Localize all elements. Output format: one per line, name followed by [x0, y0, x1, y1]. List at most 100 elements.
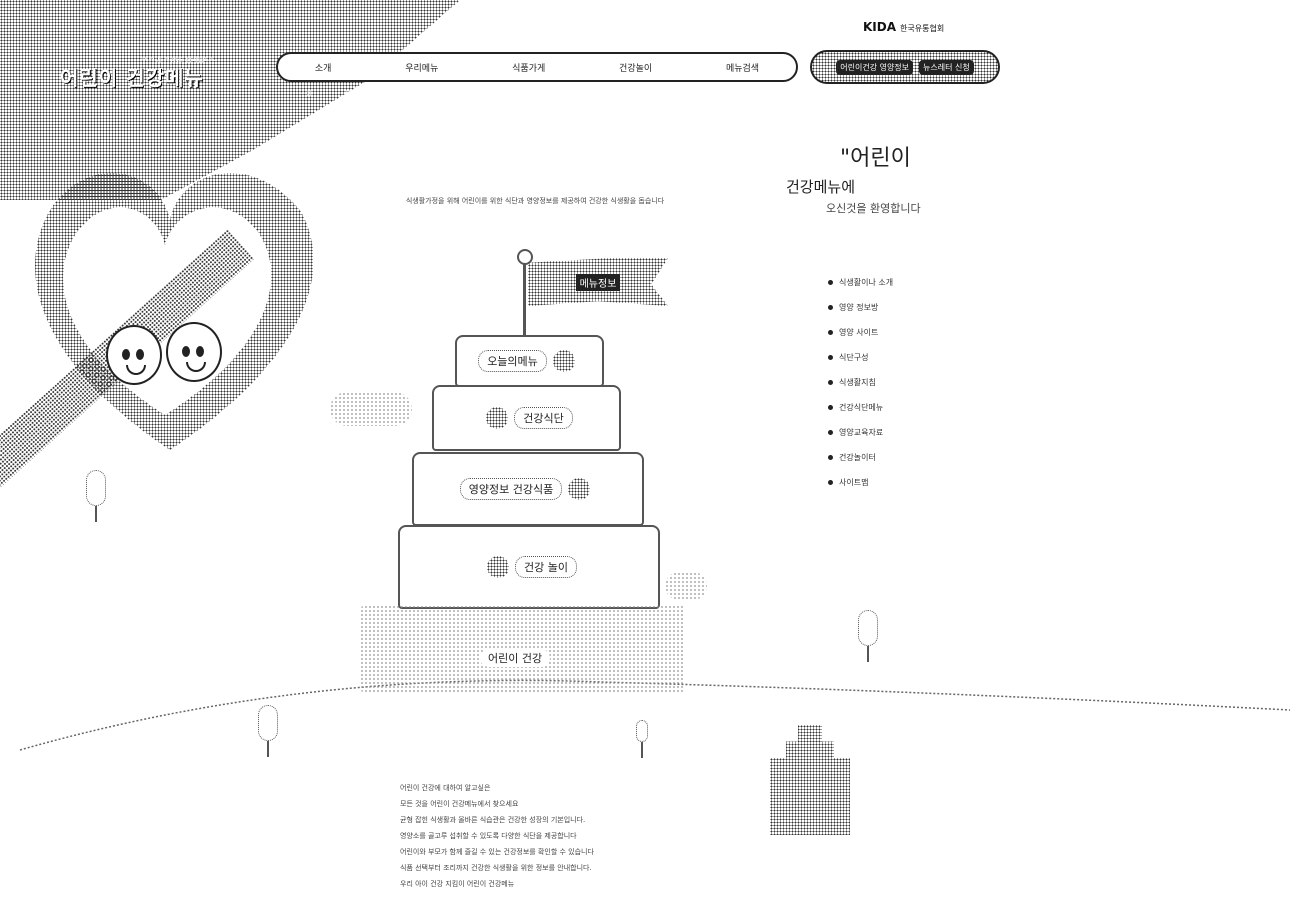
bullet-icon — [828, 380, 833, 385]
tree-crown — [258, 705, 278, 741]
welcome-caption: 오신것을 환영합니다 — [826, 202, 921, 215]
side-menu-label: 영양 사이트 — [839, 328, 879, 337]
mascot-mouth — [126, 365, 146, 375]
bottom-description: 어린이 건강에 대하여 알고싶은 모든 것을 어린이 건강메뉴에서 찾으세요 균… — [400, 780, 780, 892]
sub-nav-item[interactable]: 식생활지도 — [522, 89, 554, 99]
nav-item-health-play[interactable]: 건강놀이 — [619, 61, 652, 74]
description-line: 어린이 건강에 대하여 알고싶은 — [400, 784, 491, 792]
mascot-eye — [122, 349, 130, 360]
description-line: 모든 것을 어린이 건강메뉴에서 찾으세요 — [400, 800, 519, 808]
tree-decoration — [86, 470, 106, 522]
side-menu-label: 건강식단메뉴 — [839, 403, 884, 412]
cake-tier-healthy-diet[interactable]: 건강식단 — [432, 385, 621, 451]
sub-nav-item[interactable]: 식품구입 — [465, 89, 491, 99]
cake-tier-todays-menu[interactable]: 오늘의메뉴 — [455, 335, 604, 387]
flag-pole — [523, 255, 526, 340]
sub-nav-item[interactable]: 건강지도 — [643, 89, 669, 99]
sub-nav-item[interactable]: 영양상담 — [586, 89, 612, 99]
sub-nav: 소개 식단짜기 영양사이트 식품구입 식생활지도 영양상담 건강지도 영양조사 … — [300, 86, 790, 102]
bullet-icon — [828, 305, 833, 310]
cake-tier-nutrition-info[interactable]: 영양정보 건강식품 — [412, 452, 644, 526]
side-menu-item[interactable]: 건강놀이터 — [828, 445, 893, 470]
site-title-logo[interactable]: 어린이 건강메뉴 — [60, 62, 204, 91]
badge-icon — [552, 350, 575, 372]
badge-icon — [486, 407, 509, 429]
intro-text: 식생활가정을 위해 어린이를 위한 식단과 영양정보를 제공하여 건강한 식생활… — [405, 197, 665, 205]
nav-item-menu-search[interactable]: 메뉴검색 — [726, 61, 759, 74]
tier-label: 건강 놀이 — [515, 556, 577, 578]
mascot-character-right — [166, 322, 222, 382]
nav-item-our-menu[interactable]: 우리메뉴 — [405, 61, 438, 74]
side-menu-item[interactable]: 식생활지침 — [828, 370, 893, 395]
tree-decoration — [636, 720, 648, 758]
description-line: 영양소를 골고루 섭취할 수 있도록 다양한 식단을 제공합니다 — [400, 832, 577, 840]
side-menu-item[interactable]: 영양 정보방 — [828, 295, 893, 320]
cake-base[interactable]: 어린이 건강 — [360, 605, 685, 693]
bullet-icon — [828, 330, 833, 335]
side-menu-item[interactable]: 식단구성 — [828, 345, 893, 370]
tree-trunk — [641, 742, 643, 758]
newsletter-left-label: 어린이건강 영양정보 — [836, 59, 914, 75]
bullet-icon — [828, 430, 833, 435]
tree-trunk — [267, 741, 269, 757]
tree-crown — [858, 610, 878, 646]
side-menu-label: 영양교육자료 — [839, 428, 884, 437]
mascot-eye — [182, 346, 190, 357]
badge-icon — [487, 556, 509, 578]
cake-base-label: 어린이 건강 — [480, 649, 551, 667]
side-menu-item[interactable]: 영양교육자료 — [828, 420, 893, 445]
sub-nav-item[interactable]: 건강놀이터 — [758, 89, 790, 99]
side-menu-label: 식단구성 — [839, 353, 869, 362]
tier-label: 오늘의메뉴 — [478, 350, 547, 372]
kida-org-name: 한국유통협회 — [900, 24, 945, 33]
sub-nav-item[interactable]: 소개 — [300, 89, 313, 99]
side-menu-item[interactable]: 식생활이나 소개 — [828, 270, 893, 295]
side-menu-label: 영양 정보방 — [839, 303, 879, 312]
description-line: 어린이와 부모가 함께 즐길 수 있는 건강정보를 확인할 수 있습니다 — [400, 848, 594, 856]
cake-flag[interactable]: 메뉴정보 — [528, 258, 668, 306]
mascot-eye — [136, 349, 144, 360]
cake-tier-health-play[interactable]: 건강 놀이 — [398, 525, 660, 609]
kida-logo[interactable]: KIDA 한국유통협회 — [863, 20, 944, 34]
tree-trunk — [867, 646, 869, 662]
description-line: 균형 잡힌 식생활과 올바른 식습관은 건강한 성장의 기본입니다. — [400, 816, 586, 824]
flag-label: 메뉴정보 — [575, 273, 621, 291]
bullet-icon — [828, 280, 833, 285]
description-line: 우리 아이 건강 지킴이 어린이 건강메뉴 — [400, 880, 515, 888]
tree-crown — [86, 470, 106, 506]
sub-nav-item[interactable]: 식단짜기 — [344, 89, 370, 99]
side-menu-label: 건강놀이터 — [839, 453, 876, 462]
welcome-heading: "어린이 — [840, 146, 911, 171]
main-nav: 소개 우리메뉴 식품가게 건강놀이 메뉴검색 — [276, 52, 798, 82]
mascot-character-left — [106, 325, 162, 385]
nav-item-intro[interactable]: 소개 — [315, 61, 332, 74]
flag-knob — [517, 249, 533, 265]
kida-logo-mark: KIDA — [863, 20, 897, 34]
tree-trunk — [95, 506, 97, 522]
sub-nav-item[interactable]: 영양조사 — [701, 89, 727, 99]
mascot-eye — [196, 346, 204, 357]
tree-decoration — [858, 610, 878, 662]
tier-label: 영양정보 건강식품 — [459, 478, 563, 500]
nav-item-food-store[interactable]: 식품가게 — [512, 61, 545, 74]
bullet-icon — [828, 480, 833, 485]
side-menu-label: 사이트맵 — [839, 478, 869, 487]
side-menu-label: 식생활지침 — [839, 378, 876, 387]
sub-nav-item[interactable]: 영양사이트 — [402, 89, 434, 99]
newsletter-right-label: 뉴스레터 신청 — [919, 59, 974, 75]
side-menu-item[interactable]: 영양 사이트 — [828, 320, 893, 345]
bullet-icon — [828, 455, 833, 460]
side-menu-item[interactable]: 사이트맵 — [828, 470, 893, 495]
description-line: 식품 선택부터 조리까지 건강한 식생활을 위한 정보를 안내합니다. — [400, 864, 592, 872]
tree-decoration — [258, 705, 278, 757]
tier-label: 건강식단 — [514, 407, 573, 429]
cloud-decoration — [330, 392, 412, 426]
side-menu-label: 식생활이나 소개 — [839, 278, 894, 287]
cloud-decoration — [665, 572, 707, 600]
mascot-mouth — [186, 362, 206, 372]
bullet-icon — [828, 355, 833, 360]
welcome-subheading: 건강메뉴에 — [786, 178, 856, 196]
side-menu-item[interactable]: 건강식단메뉴 — [828, 395, 893, 420]
bullet-icon — [828, 405, 833, 410]
newsletter-button[interactable]: 어린이건강 영양정보 뉴스레터 신청 — [810, 50, 1000, 84]
